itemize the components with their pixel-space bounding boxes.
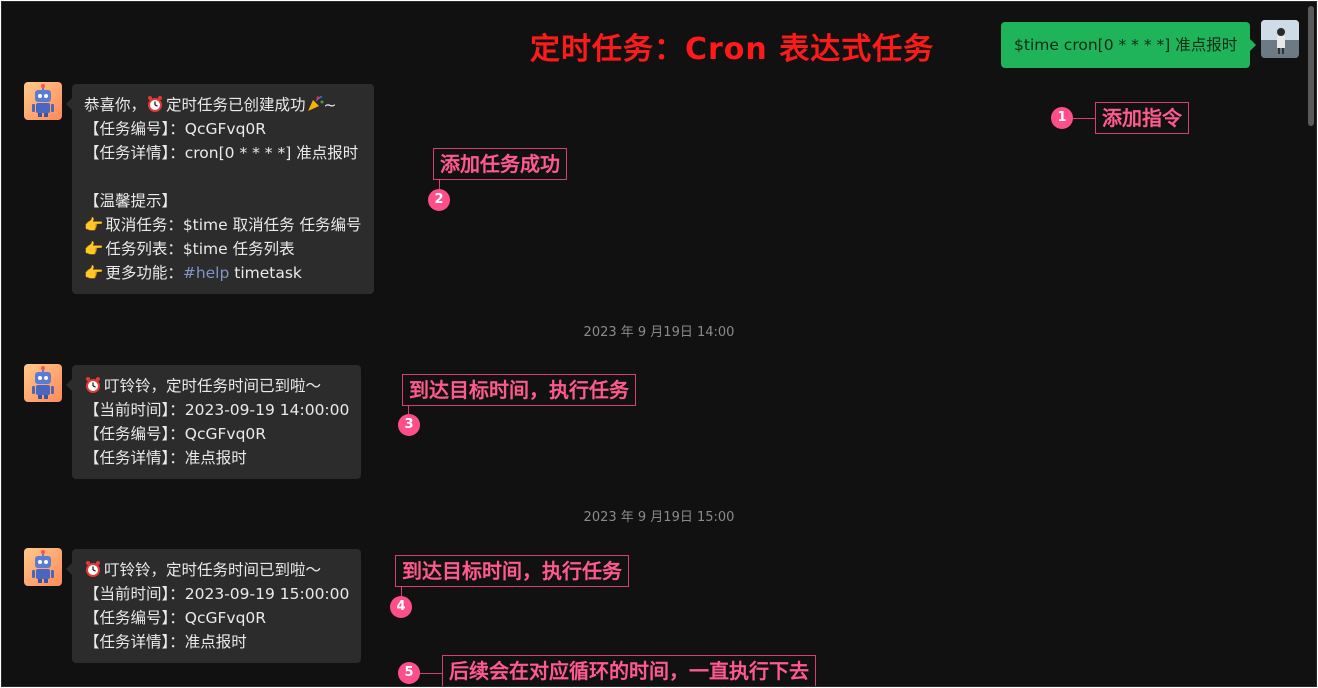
message-line: 【当前时间】：2023-09-19 15:00:00 — [84, 585, 350, 603]
robot-icon — [32, 366, 54, 399]
scrollbar-thumb[interactable] — [1308, 6, 1314, 126]
alarm-clock-icon — [148, 96, 163, 112]
annotation-number: 5 — [398, 662, 420, 684]
user-avatar[interactable] — [1261, 20, 1299, 58]
timestamp: 2023 年 9 月19日 14:00 — [583, 325, 735, 340]
message-text: ~ — [323, 96, 337, 114]
alarm-clock-icon — [86, 561, 100, 577]
message-text: 恭喜你， — [84, 96, 147, 114]
bot-message-created[interactable]: 恭喜你， 定时任务已创建成功 ~ 【任务编号】：QcGFvq0R 【任务详情】：cr… — [66, 84, 374, 294]
annotation-number: 2 — [428, 189, 450, 211]
message-line: 恭喜你， 定时任务已创建成功 ~ — [84, 93, 362, 117]
pointing-hand-icon: 👉 — [84, 264, 104, 282]
message-line: 👉 取消任务：$time 取消任务 任务编号 — [84, 213, 362, 237]
bot-avatar[interactable] — [24, 364, 62, 402]
message-line: 叮铃铃，定时任务时间已到啦～ — [84, 374, 349, 398]
page-title: 定时任务：Cron 表达式任务 — [530, 32, 935, 67]
annotation-connector — [439, 179, 440, 189]
message-text: 任务列表：$time 任务列表 — [105, 240, 295, 258]
robot-icon — [32, 84, 54, 117]
timestamp: 2023 年 9 月19日 15:00 — [583, 510, 735, 525]
message-line: 【当前时间】：2023-09-19 14:00:00 — [84, 401, 350, 419]
scrollbar[interactable] — [1308, 2, 1314, 686]
message-line: 👉 更多功能：#help timetask — [84, 261, 362, 285]
annotation-connector — [1073, 118, 1095, 119]
annotation-number: 3 — [398, 414, 420, 436]
message-line: 【温馨提示】 — [84, 192, 178, 210]
alarm-clock-icon — [86, 377, 100, 393]
bot-message-reminder[interactable]: 叮铃铃，定时任务时间已到啦～ 【当前时间】：2023-09-19 14:00:0… — [65, 365, 362, 479]
message-text: 叮铃铃，定时任务时间已到啦～ — [104, 377, 322, 395]
message-line: 【任务详情】：准点报时 — [84, 449, 247, 467]
message-spacer — [84, 165, 362, 189]
annotation-label: 后续会在对应循环的时间，一直执行下去 — [442, 655, 816, 686]
message-line: 【任务编号】：QcGFvq0R — [84, 425, 267, 443]
bot-avatar[interactable] — [24, 548, 62, 586]
annotation-label: 添加指令 — [1095, 102, 1189, 134]
user-photo-icon — [1261, 20, 1299, 58]
annotation-connector — [420, 673, 442, 674]
chat-window: 定时任务：Cron 表达式任务 $time cron[0 * * * *] 准点… — [1, 1, 1317, 687]
message-line: 叮铃铃，定时任务时间已到啦～ — [84, 558, 349, 582]
annotation-number: 1 — [1051, 107, 1073, 129]
annotation-label: 添加任务成功 — [433, 148, 567, 180]
message-line: 【任务详情】：准点报时 — [84, 633, 247, 651]
message-text: 定时任务已创建成功 — [166, 96, 306, 114]
message-line: 👉 任务列表：$time 任务列表 — [84, 237, 362, 261]
bot-message-reminder[interactable]: 叮铃铃，定时任务时间已到啦～ 【当前时间】：2023-09-19 15:00:0… — [65, 549, 362, 663]
message-text: timetask — [229, 264, 302, 282]
message-line: 【任务详情】：cron[0 * * * *] 准点报时 — [84, 144, 359, 162]
message-text: 叮铃铃，定时任务时间已到啦～ — [104, 561, 322, 579]
party-popper-icon — [307, 96, 324, 111]
annotation-connector — [401, 586, 402, 596]
message-line: 【任务编号】：QcGFvq0R — [84, 609, 267, 627]
bot-avatar[interactable] — [24, 82, 62, 120]
pointing-hand-icon: 👉 — [84, 216, 104, 234]
user-message-bubble[interactable]: $time cron[0 * * * *] 准点报时 — [1001, 22, 1257, 68]
annotation-number: 4 — [390, 596, 412, 618]
robot-icon — [32, 550, 54, 583]
message-text: 更多功能： — [105, 264, 183, 282]
annotation-label: 到达目标时间，执行任务 — [402, 374, 636, 406]
hashtag-link[interactable]: #help — [183, 264, 230, 282]
annotation-label: 到达目标时间，执行任务 — [395, 555, 629, 587]
pointing-hand-icon: 👉 — [84, 240, 104, 258]
message-line: 【任务编号】：QcGFvq0R — [84, 120, 267, 138]
user-message-text: $time cron[0 * * * *] 准点报时 — [1014, 36, 1238, 54]
annotation-connector — [408, 405, 409, 414]
message-text: 取消任务：$time 取消任务 任务编号 — [105, 216, 362, 234]
